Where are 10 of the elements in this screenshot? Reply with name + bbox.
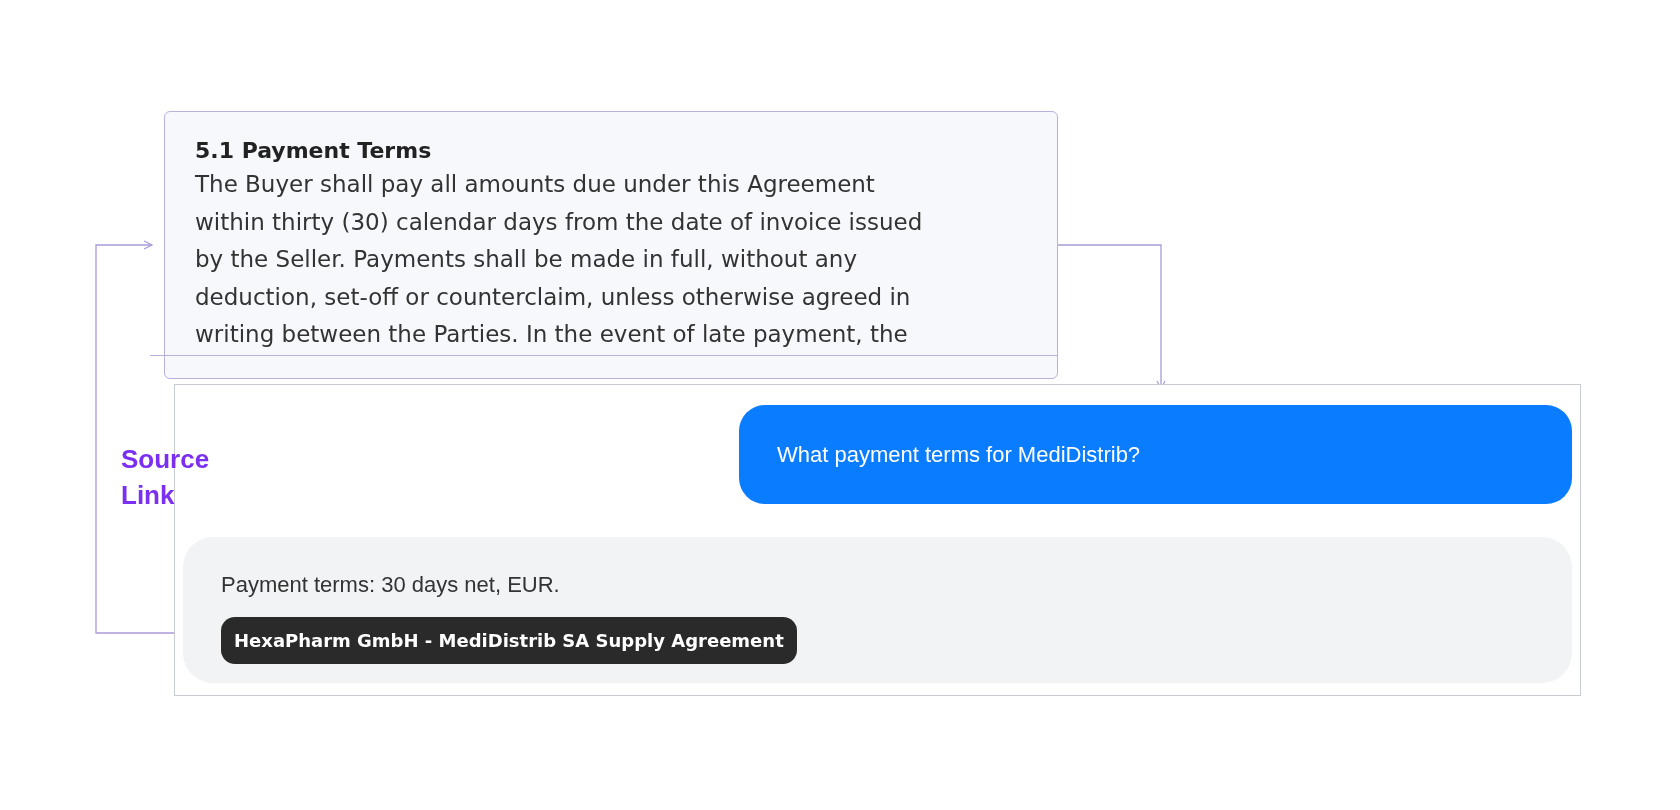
user-message-bubble: What payment terms for MediDistrib?: [739, 405, 1572, 504]
assistant-message-text: Payment terms: 30 days net, EUR.: [221, 571, 560, 599]
section-heading: 5.1 Payment Terms: [195, 137, 433, 165]
document-text-line: writing between the Parties. In the event of late payment, the: [195, 320, 909, 349]
document-text-line: deduction, set-off or counterclaim, unless otherwise agreed in: [195, 282, 912, 312]
source-chip[interactable]: HexaPharm GmbH - MediDistrib SA Supply Agreement: [221, 617, 797, 664]
document-text-line: by the Seller. Payments shall be made in full, without any: [195, 245, 858, 274]
document-text-line: within thirty (30) calendar days from the date of invoice issued: [195, 207, 924, 237]
document-text-line: The Buyer shall pay all amounts due under this Agreement: [195, 170, 876, 199]
annotation-label: Source Link: [121, 443, 211, 512]
